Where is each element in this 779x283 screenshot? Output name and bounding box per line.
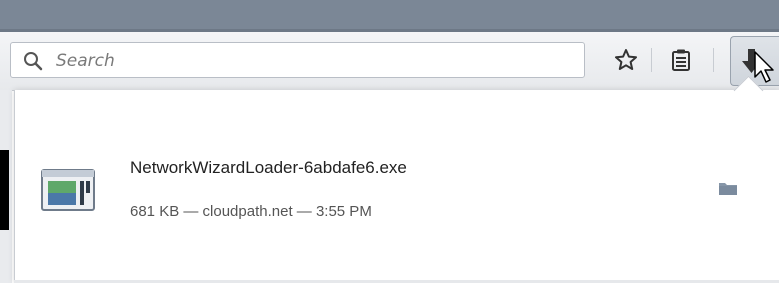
downloads-panel xyxy=(14,90,779,283)
search-placeholder: Search xyxy=(56,51,115,71)
executable-file-icon xyxy=(41,169,95,211)
folder-icon[interactable] xyxy=(718,180,738,196)
toolbar-separator xyxy=(651,48,652,72)
clipboard-icon xyxy=(672,49,690,71)
download-status: 681 KB — cloudpath.net — 3:55 PM xyxy=(130,203,372,220)
background-window-edge xyxy=(0,150,9,230)
search-icon xyxy=(24,52,43,71)
panel-right-edge xyxy=(766,110,779,283)
navigation-toolbar: Search xyxy=(0,32,779,91)
bookmark-star-button[interactable] xyxy=(610,44,642,76)
toolbar-separator xyxy=(713,48,714,72)
reading-list-button[interactable] xyxy=(665,44,697,76)
window-titlebar xyxy=(0,0,779,32)
download-arrow-icon xyxy=(742,49,774,83)
star-icon xyxy=(615,49,637,70)
downloads-button[interactable] xyxy=(730,36,779,86)
download-file-name: NetworkWizardLoader-6abdafe6.exe xyxy=(130,158,407,177)
search-input[interactable]: Search xyxy=(10,42,585,78)
